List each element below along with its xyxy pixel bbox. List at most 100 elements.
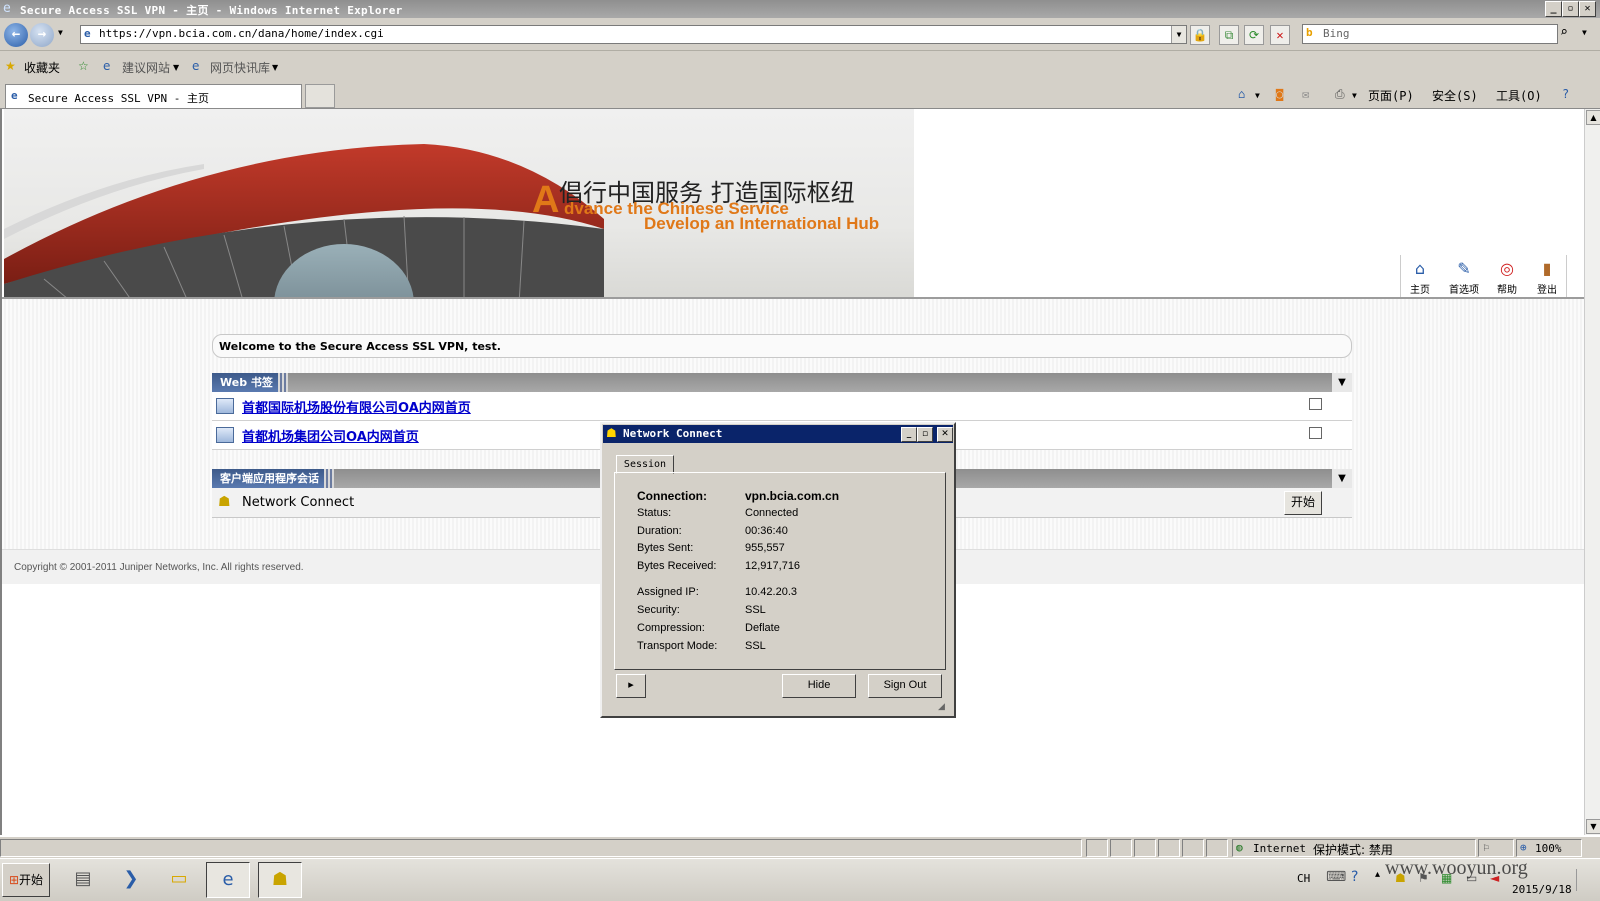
network-connect-taskbar-icon[interactable]: ☗: [258, 862, 302, 898]
bytes-sent-label: Bytes Sent:: [637, 542, 694, 554]
dialog-close-button[interactable]: ✕: [937, 427, 953, 442]
duration-label: Duration:: [637, 525, 682, 537]
chevron-down-icon[interactable]: ▼: [1352, 91, 1357, 100]
compression-label: Compression:: [637, 622, 705, 634]
status-value: Connected: [745, 507, 799, 519]
hide-button[interactable]: Hide: [782, 674, 856, 698]
server-manager-icon[interactable]: ▤: [62, 862, 104, 896]
add-favorite-icon[interactable]: ☆: [78, 59, 89, 73]
chevron-down-icon[interactable]: ▼: [1332, 373, 1352, 392]
clock-date[interactable]: 2015/9/18: [1512, 883, 1572, 896]
network-connect-dialog: ☗ Network Connect _ ▫ ✕ Session Connecti…: [600, 422, 956, 718]
mail-icon[interactable]: ✉: [1302, 87, 1309, 101]
security-status-segment[interactable]: ⚐: [1478, 839, 1514, 857]
close-button[interactable]: ✕: [1579, 1, 1596, 17]
tools-menu[interactable]: 工具(O): [1496, 87, 1542, 104]
duration-value: 00:36:40: [745, 525, 788, 537]
chevron-up-icon[interactable]: ▴: [1375, 869, 1380, 880]
refresh-icon[interactable]: ⟳: [1244, 25, 1264, 45]
toolbar-logout[interactable]: ▮ 登出: [1528, 255, 1567, 297]
dialog-title-bar[interactable]: ☗ Network Connect _ ▫ ✕: [603, 425, 953, 443]
network-connect-icon: ☗: [218, 494, 231, 510]
history-dropdown-icon[interactable]: ▼: [58, 28, 63, 37]
status-segment: [1182, 839, 1204, 857]
toolbar-preferences[interactable]: ✎ 首选项: [1442, 255, 1486, 297]
address-bar[interactable]: e https://vpn.bcia.com.cn/dana/home/inde…: [80, 25, 1187, 44]
tab-current[interactable]: e Secure Access SSL VPN - 主页: [5, 84, 302, 108]
page-menu[interactable]: 页面(P): [1368, 87, 1414, 104]
security-label: Security:: [637, 604, 680, 616]
web-bookmarks-title: Web 书签: [212, 373, 281, 392]
keyboard-icon[interactable]: ⌨: [1326, 869, 1346, 885]
lifebuoy-icon: ◎: [1500, 259, 1514, 278]
powershell-icon[interactable]: ❯: [110, 862, 152, 896]
forward-button[interactable]: →: [30, 23, 54, 47]
feeds-icon[interactable]: ◙: [1276, 87, 1283, 101]
search-options-icon[interactable]: ▼: [1582, 28, 1587, 37]
search-input[interactable]: b Bing: [1302, 24, 1558, 44]
back-button[interactable]: ←: [4, 23, 28, 47]
chevron-down-icon[interactable]: ▼: [1332, 469, 1352, 488]
start-button[interactable]: ⊞开始: [2, 863, 50, 897]
toolbar-help-label: 帮助: [1497, 285, 1517, 296]
bookmark-row: 首都国际机场股份有限公司OA内网首页: [212, 392, 1352, 421]
chevron-down-icon[interactable]: ▼: [1255, 91, 1260, 100]
tab-label: Secure Access SSL VPN - 主页: [28, 92, 209, 105]
search-icon[interactable]: ⌕: [1560, 25, 1576, 41]
stop-icon[interactable]: ✕: [1270, 25, 1290, 45]
transport-mode-label: Transport Mode:: [637, 640, 718, 652]
expand-button[interactable]: ▸: [616, 674, 646, 698]
windows-logo-icon: ⊞: [8, 873, 20, 887]
toolbar-home[interactable]: ⌂ 主页: [1400, 255, 1439, 297]
toolbar-help[interactable]: ◎ 帮助: [1488, 255, 1526, 297]
open-new-window-icon[interactable]: [1309, 427, 1322, 439]
bookmark-link[interactable]: 首都国际机场股份有限公司OA内网首页: [242, 397, 471, 416]
open-new-window-icon[interactable]: [1309, 398, 1322, 410]
lock-icon[interactable]: 🔒: [1190, 25, 1210, 45]
chevron-down-icon[interactable]: ▼: [173, 63, 179, 72]
assigned-ip-value: 10.42.20.3: [745, 586, 797, 598]
connection-value: vpn.bcia.com.cn: [745, 489, 840, 503]
minimize-button[interactable]: _: [1545, 1, 1562, 17]
vertical-scrollbar[interactable]: ▲ ▼: [1584, 109, 1600, 835]
address-dropdown-icon[interactable]: ▼: [1171, 26, 1186, 43]
address-toolbar: ← → ▼ e https://vpn.bcia.com.cn/dana/hom…: [0, 18, 1600, 51]
resize-grip-icon[interactable]: ◢: [938, 702, 945, 712]
scroll-down-icon[interactable]: ▼: [1586, 819, 1600, 834]
safety-menu[interactable]: 安全(S): [1432, 87, 1478, 104]
scroll-up-icon[interactable]: ▲: [1586, 110, 1600, 125]
wrench-icon: ✎: [1457, 259, 1471, 278]
sign-out-button[interactable]: Sign Out: [868, 674, 942, 698]
show-desktop-button[interactable]: [1576, 869, 1597, 891]
bytes-received-label: Bytes Received:: [637, 560, 717, 572]
compatibility-icon[interactable]: ⧉: [1219, 25, 1239, 45]
explorer-icon[interactable]: ▭: [158, 862, 200, 896]
connection-label: Connection:: [637, 489, 707, 503]
favorites-button[interactable]: 收藏夹: [24, 59, 60, 76]
globe-icon: ◍: [1236, 841, 1243, 854]
toolbar-home-label: 主页: [1410, 285, 1430, 296]
search-placeholder: Bing: [1323, 27, 1350, 40]
bytes-sent-value: 955,557: [745, 542, 785, 554]
home-icon[interactable]: ⌂: [1238, 87, 1245, 101]
print-icon[interactable]: ⎙: [1335, 87, 1345, 102]
internet-explorer-icon[interactable]: e: [206, 862, 250, 898]
suggested-sites-link[interactable]: 建议网站: [122, 59, 170, 76]
new-tab-button[interactable]: [305, 84, 335, 108]
banner-image: A 倡行中国服务 打造国际枢纽 dvance the Chinese Servi…: [4, 109, 914, 304]
status-segment: [1206, 839, 1228, 857]
status-segment: [1086, 839, 1108, 857]
web-slice-gallery-link[interactable]: 网页快讯库: [210, 59, 270, 76]
dialog-minimize-button[interactable]: _: [901, 427, 917, 442]
bookmark-link[interactable]: 首都机场集团公司OA内网首页: [242, 426, 419, 445]
dialog-maximize-button[interactable]: ▫: [917, 427, 933, 442]
language-indicator[interactable]: CH: [1297, 872, 1310, 885]
help-icon[interactable]: ?: [1351, 869, 1358, 885]
help-icon[interactable]: ?: [1562, 87, 1569, 101]
chevron-down-icon[interactable]: ▼: [272, 63, 278, 72]
maximize-button[interactable]: ▫: [1562, 1, 1579, 17]
status-segment: [1158, 839, 1180, 857]
start-network-connect-button[interactable]: 开始: [1284, 491, 1322, 515]
zoom-segment[interactable]: ⊕ 100%: [1516, 839, 1582, 857]
lock-status-icon: ⚐: [1483, 841, 1490, 854]
